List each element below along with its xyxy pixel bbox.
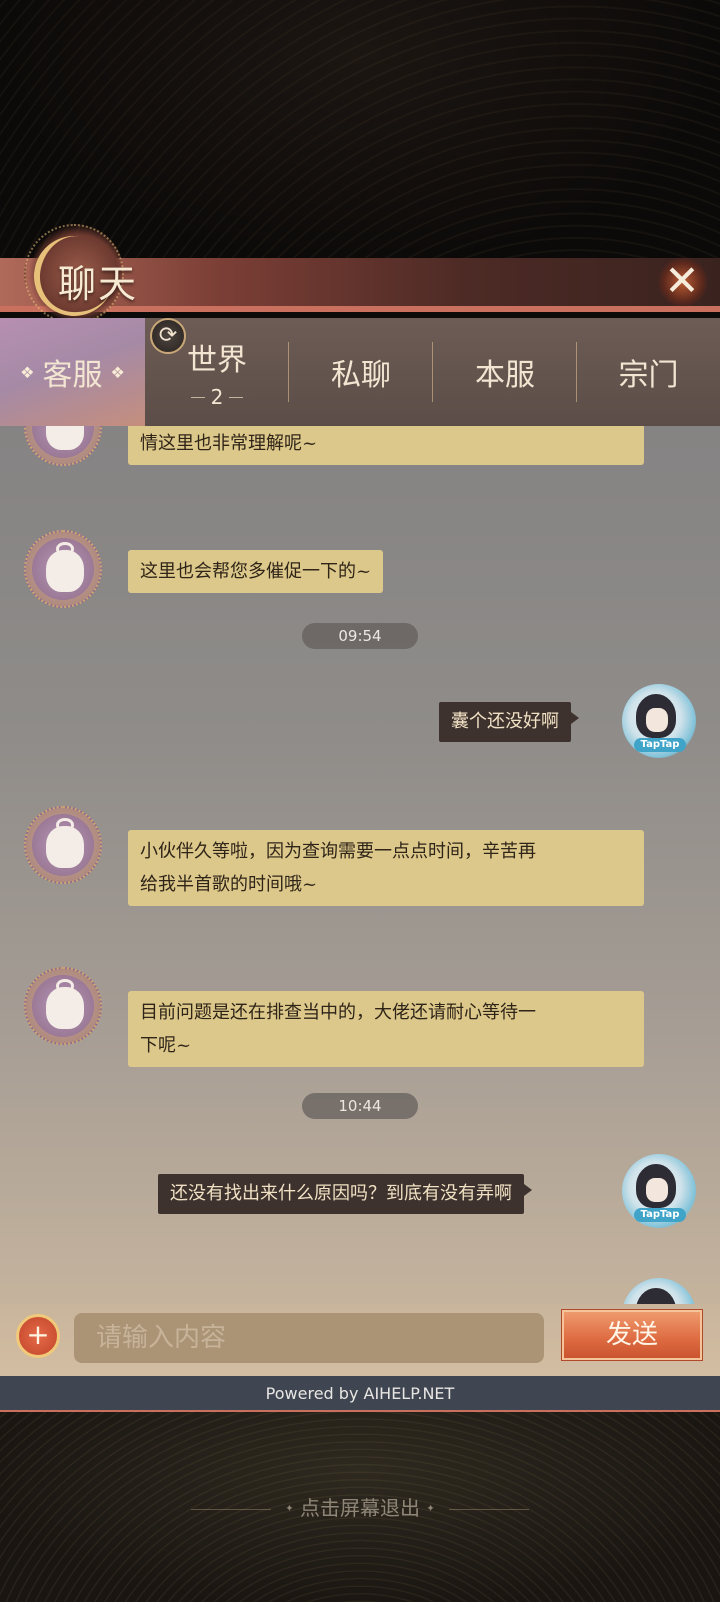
user-avatar: TapTap bbox=[622, 684, 696, 758]
message-text-line: 给我半首歌的时间哦~ bbox=[140, 874, 318, 895]
service-message: 这里也会帮您多催促一下的~ bbox=[128, 550, 384, 593]
message-text: 这里也会帮您多催促一下的~ bbox=[140, 561, 372, 582]
service-avatar bbox=[24, 806, 102, 884]
service-avatar bbox=[24, 530, 102, 608]
sparkle-icon: ✦ bbox=[285, 1503, 294, 1515]
sparkle-icon: ✦ bbox=[426, 1503, 435, 1515]
refresh-icon[interactable]: ⟳ bbox=[150, 318, 186, 354]
tab-customer-service[interactable]: ❖ 客服 ❖ bbox=[0, 318, 145, 426]
message-text: 情这里也非常理解呢~ bbox=[140, 433, 318, 454]
tab-label: 本服 bbox=[475, 358, 535, 393]
diamond-right-icon: ❖ bbox=[110, 362, 125, 382]
avatar-hair bbox=[636, 1288, 676, 1304]
chat-message-list[interactable]: 情这里也非常理解呢~ 这里也会帮您多催促一下的~ 09:54 囊个还没好啊 Ta… bbox=[0, 426, 720, 1304]
user-message: 还没有找出来什么原因吗？到底有没有弄啊 bbox=[158, 1174, 532, 1214]
powered-by-label: Powered by AIHELP.NET bbox=[0, 1376, 720, 1412]
service-message: 小伙伴久等啦，因为查询需要一点点时间，辛苦再 给我半首歌的时间哦~ bbox=[128, 830, 644, 906]
page-title: 聊天 bbox=[58, 262, 139, 306]
exit-hint-label: 点击屏幕退出 bbox=[300, 1496, 420, 1520]
avatar-face bbox=[46, 550, 84, 592]
tab-label: 世界 bbox=[187, 343, 247, 378]
tab-label: 客服 bbox=[42, 358, 103, 393]
close-button[interactable]: ✕ bbox=[652, 253, 712, 309]
divider-line bbox=[448, 1509, 529, 1510]
message-text: 囊个还没好啊 bbox=[451, 711, 559, 732]
avatar-face bbox=[646, 1178, 668, 1202]
user-message: 囊个还没好啊 bbox=[439, 702, 579, 742]
tab-label: 宗门 bbox=[618, 358, 679, 393]
close-icon: ✕ bbox=[664, 256, 700, 305]
avatar-face bbox=[646, 708, 668, 732]
avatar-face bbox=[46, 826, 84, 868]
send-button[interactable]: 发送 bbox=[562, 1310, 702, 1360]
service-avatar bbox=[24, 426, 102, 466]
unread-count-badge: 2 bbox=[190, 385, 244, 409]
add-attachment-button[interactable]: + bbox=[16, 1314, 60, 1358]
taptap-tag: TapTap bbox=[634, 1208, 686, 1222]
message-text-line: 小伙伴久等啦，因为查询需要一点点时间，辛苦再 bbox=[140, 841, 536, 862]
service-message: 情这里也非常理解呢~ bbox=[128, 426, 644, 465]
diamond-left-icon: ❖ bbox=[20, 362, 35, 382]
timestamp: 09:54 bbox=[302, 623, 418, 649]
user-avatar: TapTap bbox=[622, 1154, 696, 1228]
message-text: 还没有找出来什么原因吗？到底有没有弄啊 bbox=[170, 1183, 512, 1204]
channel-tabs: ❖ 客服 ❖ 世界 2 私聊 本服 宗门 bbox=[0, 318, 720, 426]
service-message: 目前问题是还在排查当中的，大佬还请耐心等待一 下呢~ bbox=[128, 991, 644, 1067]
tab-sect[interactable]: 宗门 bbox=[577, 318, 720, 426]
message-input[interactable] bbox=[74, 1313, 544, 1363]
timestamp: 10:44 bbox=[302, 1093, 418, 1119]
divider-line bbox=[191, 1509, 272, 1510]
message-input-bar: + 发送 bbox=[0, 1304, 720, 1376]
message-text-line: 目前问题是还在排查当中的，大佬还请耐心等待一 bbox=[140, 1002, 536, 1023]
avatar-face bbox=[46, 987, 84, 1029]
tab-this-server[interactable]: 本服 bbox=[433, 318, 577, 426]
service-avatar bbox=[24, 967, 102, 1045]
exit-hint[interactable]: ✦ 点击屏幕退出 ✦ bbox=[0, 1494, 720, 1522]
user-avatar bbox=[622, 1278, 696, 1304]
tab-private-chat[interactable]: 私聊 bbox=[289, 318, 433, 426]
taptap-tag: TapTap bbox=[634, 738, 686, 752]
tab-label: 私聊 bbox=[331, 358, 391, 393]
message-text-line: 下呢~ bbox=[140, 1035, 192, 1056]
avatar-face bbox=[46, 426, 84, 450]
top-background bbox=[0, 0, 720, 270]
